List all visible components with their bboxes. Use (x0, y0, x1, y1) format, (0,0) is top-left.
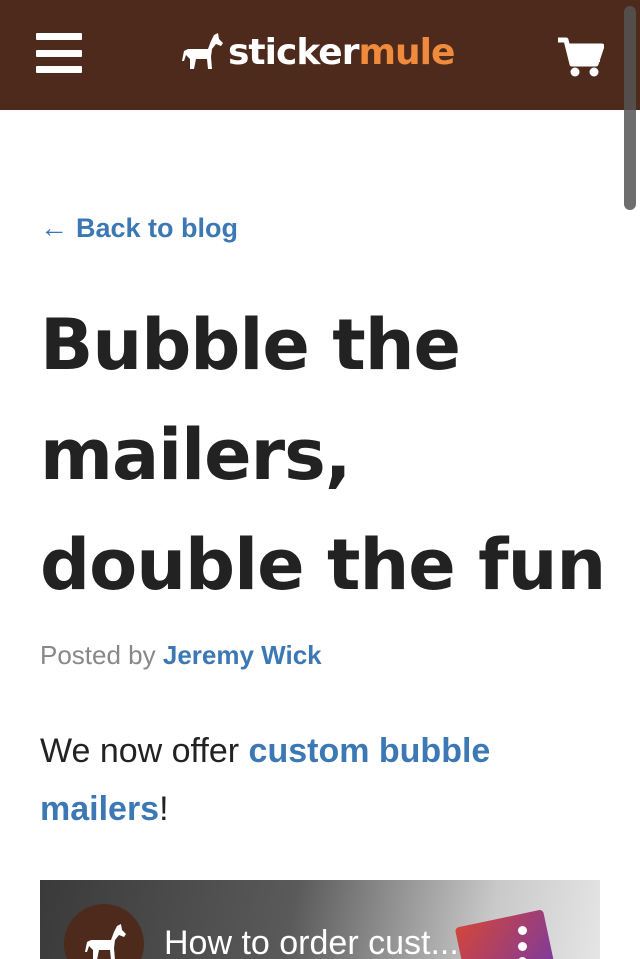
more-vertical-icon[interactable] (518, 926, 528, 959)
post-intro: We now offer custom bubble mailers! (40, 722, 610, 838)
left-arrow-icon: ← (40, 212, 68, 243)
mule-logo-icon (182, 33, 223, 69)
menu-bar (36, 49, 82, 57)
hamburger-menu-icon[interactable] (36, 33, 82, 73)
post-title: Bubble the mailers, double the fun (40, 304, 606, 606)
dot (518, 926, 527, 935)
video-title[interactable]: How to order cust... (164, 924, 459, 959)
dot (518, 941, 527, 951)
shopping-cart-icon[interactable] (556, 36, 604, 78)
intro-end: ! (159, 790, 169, 828)
intro-text: We now offer (40, 732, 240, 770)
channel-avatar[interactable] (64, 904, 144, 959)
logo-word-sticker: sticker (228, 32, 359, 73)
embedded-video[interactable]: How to order cust... (40, 880, 600, 959)
site-logo[interactable]: sticker mule (178, 28, 455, 78)
logo-word-mule: mule (358, 32, 455, 73)
video-thumbnail-card (454, 909, 556, 959)
page-scrollbar[interactable] (624, 6, 636, 210)
menu-bar (36, 33, 82, 40)
byline-prefix: Posted by (40, 640, 156, 670)
back-link-label: Back to blog (76, 212, 239, 243)
mule-logo-icon (85, 924, 126, 959)
author-link[interactable]: Jeremy Wick (163, 640, 322, 670)
menu-bar (36, 66, 82, 73)
back-to-blog-link[interactable]: ← Back to blog (40, 212, 238, 244)
post-byline: Posted by Jeremy Wick (40, 640, 322, 671)
site-header: sticker mule (0, 0, 640, 110)
